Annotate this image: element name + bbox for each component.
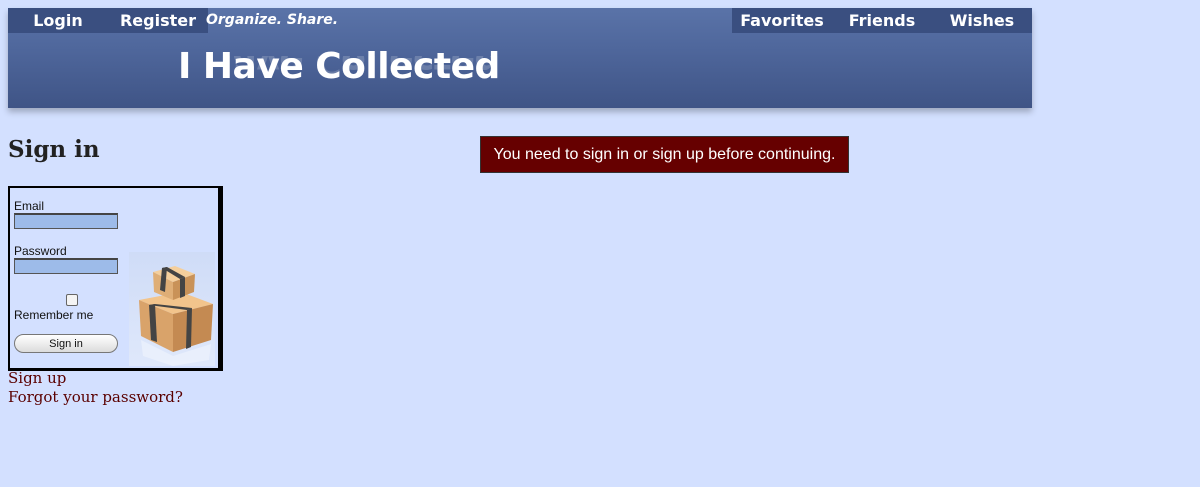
boxes-image <box>129 252 215 366</box>
page-title: Sign in <box>8 136 100 163</box>
top-nav-right: Favorites Friends Wishes <box>732 8 1032 33</box>
nav-login[interactable]: Login <box>8 8 108 33</box>
sign-in-form: Email Password Remember me Sign in <box>8 186 223 371</box>
flash-alert: You need to sign in or sign up before co… <box>480 136 849 173</box>
email-label: Email <box>14 199 45 213</box>
remember-me-label: Remember me <box>14 308 94 322</box>
sign-in-button[interactable]: Sign in <box>14 334 118 353</box>
nav-register[interactable]: Register <box>108 8 208 33</box>
tagline: Organize. Share. <box>206 12 339 28</box>
nav-friends[interactable]: Friends <box>832 8 932 33</box>
password-field[interactable] <box>14 258 118 274</box>
top-nav-left: Login Register <box>8 8 208 33</box>
forgot-password-link[interactable]: Forgot your password? <box>8 388 183 406</box>
site-logo-reflection: I Have Collected <box>178 56 500 82</box>
remember-me-checkbox[interactable] <box>66 294 78 306</box>
password-label: Password <box>14 244 67 258</box>
site-header: Login Register Organize. Share. Favorite… <box>8 8 1032 108</box>
stacked-boxes-icon <box>139 266 213 366</box>
email-field[interactable] <box>14 213 118 229</box>
nav-favorites[interactable]: Favorites <box>732 8 832 33</box>
sign-up-link[interactable]: Sign up <box>8 369 66 387</box>
nav-wishes[interactable]: Wishes <box>932 8 1032 33</box>
